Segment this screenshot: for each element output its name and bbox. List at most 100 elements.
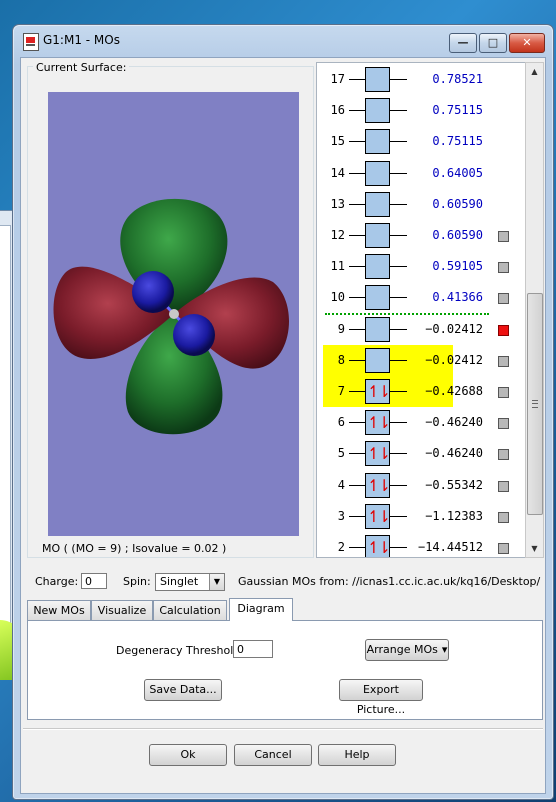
mo-energy: 0.59105 [432,259,483,274]
orbital-box[interactable] [365,254,390,280]
tab-calculation[interactable]: Calculation [153,600,227,620]
surface-marker[interactable] [498,231,509,242]
mo-row-7[interactable]: 7 ↿⇂ −0.42688 [317,376,525,407]
minimize-button[interactable]: — [449,33,477,53]
maximize-icon: □ [487,36,499,49]
mo-energy: −1.12383 [425,508,483,523]
mo-energy: 0.60590 [432,228,483,242]
mo-row-9[interactable]: 9 −0.02412 [317,314,525,345]
spin-select[interactable]: Singlet ▼ [155,573,225,591]
surface-marker[interactable] [498,293,509,305]
mo-diagram[interactable]: 17 0.78521 16 0.75115 15 0.75115 14 0.64005 13 0.… [316,62,526,558]
surface-marker[interactable] [498,387,509,398]
dialog-client-area: Current Surface: MO ((MO = 9) ; Isovalu… [20,57,546,794]
orbital-box[interactable] [365,223,390,248]
mo-energy: −0.55342 [425,477,483,492]
orbital-box[interactable]: ↿⇂ [365,472,391,498]
app-icon [23,33,39,51]
mo-level-line [349,266,365,268]
surface-marker[interactable] [498,418,509,430]
orbital-box[interactable]: ↿⇂ [365,503,391,529]
orbital-box[interactable]: ↿⇂ [365,535,391,557]
mo-energy: −0.02412 [425,321,483,336]
mo-energy: 0.75115 [432,103,483,118]
mo-row-14[interactable]: 14 0.64005 [317,158,525,189]
charge-input[interactable]: 0 [81,573,107,589]
tab-diagram[interactable]: Diagram [229,598,293,621]
help-button[interactable]: Help [318,744,396,766]
orbital-box[interactable] [365,316,390,342]
mo-row-4[interactable]: 4 ↿⇂ −0.55342 [317,470,525,501]
tab-bar: New MOs Visualize Calculation Diagram [27,598,547,621]
orbital-box[interactable] [365,67,390,92]
maximize-button[interactable]: □ [479,33,507,53]
mo-index: 4 [337,477,345,492]
orbital-box[interactable] [365,160,390,186]
atom-center [169,309,179,319]
mo-row-13[interactable]: 13 0.60590 [317,189,525,220]
orbital-box[interactable] [365,98,390,124]
close-button[interactable]: ✕ [509,33,545,53]
tab-visualize[interactable]: Visualize [91,600,153,620]
mo-index: 2 [337,540,345,554]
title-bar[interactable]: G1:M1 - MOs — □ ✕ [13,25,553,57]
surface-marker[interactable] [498,511,509,523]
surface-marker[interactable] [498,543,509,554]
mo-row-17[interactable]: 17 0.78521 [317,64,525,95]
diagram-scrollbar[interactable]: ▲ ▼ [525,62,544,558]
surface-marker[interactable] [498,262,509,274]
mo-row-10[interactable]: 10 0.41366 [317,282,525,313]
mo-row-2[interactable]: 2 ↿⇂ −14.44512 [317,532,525,557]
surface-marker[interactable] [498,449,509,461]
orbital-box[interactable]: ↿⇂ [365,410,391,436]
mo-row-6[interactable]: 6 ↿⇂ −0.46240 [317,407,525,438]
mo-level-line [349,141,365,143]
mo-energy: 0.78521 [432,72,483,86]
mo-row-11[interactable]: 11 0.59105 [317,251,525,282]
mo-index: 10 [330,290,345,305]
mo-row-12[interactable]: 12 0.60590 [317,220,525,251]
mo-level-line [349,203,365,205]
surface-marker[interactable] [498,480,509,492]
cancel-button[interactable]: Cancel [234,744,312,766]
save-data-button[interactable]: Save Data... [144,679,222,701]
mo-level-line [349,235,365,236]
surface-marker[interactable] [498,355,509,367]
arrange-mos-label: Arrange MOs [366,643,438,656]
properties-row: Charge: 0 Spin: Singlet ▼ Gaussian MOs f… [21,570,545,592]
mo-row-5[interactable]: 5 ↿⇂ −0.46240 [317,438,525,469]
export-picture-button[interactable]: Export Picture... [339,679,423,716]
visible-surface-marker[interactable] [498,324,509,336]
mo-row-16[interactable]: 16 0.75115 [317,95,525,126]
mo-row-15[interactable]: 15 0.75115 [317,126,525,157]
orbital-box[interactable] [365,347,390,373]
mo-row-3[interactable]: 3 ↿⇂ −1.12383 [317,501,525,532]
orbital-3d-viewer[interactable] [48,92,299,536]
mo-level-line [349,328,365,330]
scroll-thumb[interactable] [527,293,543,515]
mo-energy: 0.60590 [432,196,483,211]
arrange-mos-button[interactable]: Arrange MOs [365,639,449,661]
charge-label: Charge: [35,575,79,588]
mo-index: 8 [337,352,345,367]
spin-value: Singlet [160,575,199,588]
grip-icon [532,400,538,408]
mo-index: 12 [330,228,345,242]
scroll-up-icon[interactable]: ▲ [526,63,543,80]
mo-level-line [349,297,365,299]
orbital-box[interactable] [365,129,390,155]
orbital-box[interactable]: ↿⇂ [365,379,391,404]
orbital-box[interactable]: ↿⇂ [365,441,391,467]
mo-energy: −0.42688 [425,384,483,398]
mo-index: 6 [337,415,345,430]
orbital-box[interactable] [365,191,390,217]
tab-new-mos[interactable]: New MOs [27,600,91,620]
orbital-box[interactable] [365,285,390,311]
footer-separator [23,728,543,730]
dropdown-arrow-icon[interactable]: ▼ [209,574,224,590]
degeneracy-threshold-input[interactable]: 0 [233,640,273,658]
scroll-down-icon[interactable]: ▼ [526,540,543,557]
mo-row-8[interactable]: 8 −0.02412 [317,344,525,376]
ok-button[interactable]: Ok [149,744,227,766]
window-title: G1:M1 - MOs [43,33,120,47]
